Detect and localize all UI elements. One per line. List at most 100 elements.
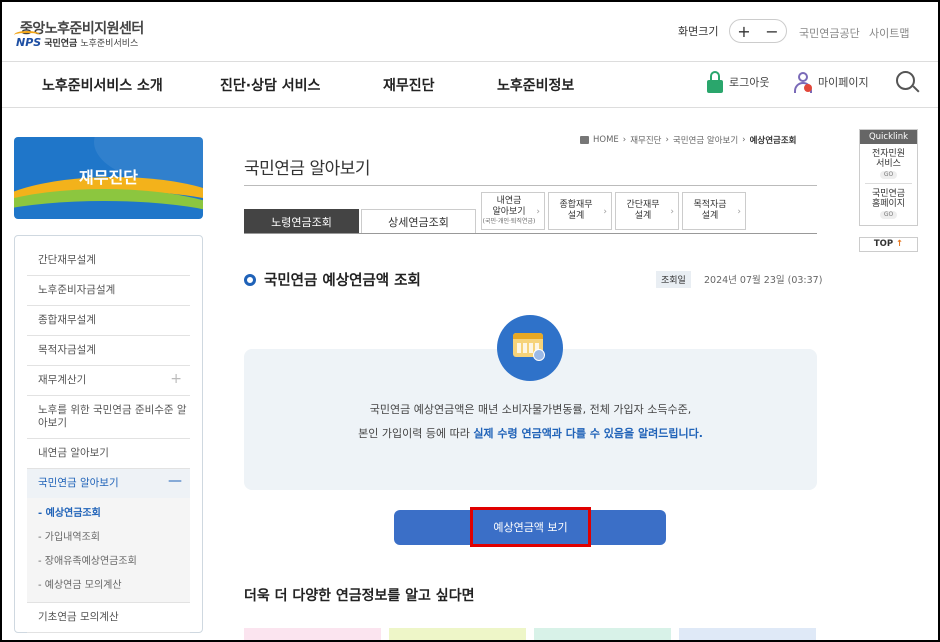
subtab-my-pension[interactable]: 내연금 알아보기 (국민·개인·퇴직연금) ›	[481, 192, 545, 230]
sidebar-item-simple-plan[interactable]: 간단재무설계	[27, 246, 190, 276]
subtab-label: 알아보기	[492, 207, 526, 217]
bullet-ring-icon	[244, 273, 256, 286]
chevron-right-icon: ›	[603, 207, 607, 217]
subtab-comprehensive[interactable]: 종합재무 설계 ›	[548, 192, 612, 230]
sidebar-item-national-pension[interactable]: 국민연금 알아보기 —	[27, 469, 190, 498]
submenu-item-disability-survivor[interactable]: - 장애유족예상연금조회	[27, 550, 190, 574]
info-tile[interactable]	[679, 628, 816, 640]
top-header: 중앙노후준비지원센터 NPS 국민연금 노후준비서비스 화면크기 + − 국민연…	[2, 2, 938, 62]
subtab-label: 목적자금	[693, 200, 727, 210]
sidebar-item-calculator[interactable]: 재무계산기 +	[27, 366, 190, 396]
submenu-item-expected-pension[interactable]: - 예상연금조회	[27, 502, 190, 526]
subtab-label: 설계	[567, 211, 585, 221]
logout-link[interactable]: 로그아웃	[706, 71, 769, 93]
arrow-up-icon: ↑	[896, 239, 904, 249]
tab-old-age-pension[interactable]: 노령연금조회	[244, 209, 359, 234]
chevron-right-icon: ›	[622, 135, 627, 145]
info-tile[interactable]	[389, 628, 526, 640]
chevron-right-icon: ›	[665, 135, 669, 145]
font-plus-button[interactable]: +	[737, 22, 750, 41]
mypage-label: 마이페이지	[818, 76, 869, 89]
quicklink-label: 국민연금	[871, 189, 906, 199]
logo-sub-bold: 국민연금	[44, 39, 78, 49]
sidebar-item-label: 국민연금 알아보기	[38, 477, 119, 489]
title-divider	[244, 185, 817, 186]
sidebar-item-comprehensive-plan[interactable]: 종합재무설계	[27, 306, 190, 336]
info-text-plain: 본인 가입이력 등에 따라	[358, 427, 474, 440]
breadcrumb-item[interactable]: 국민연금 알아보기	[673, 134, 738, 146]
plus-icon[interactable]: +	[170, 372, 182, 386]
page-title: 국민연금 알아보기	[244, 159, 371, 179]
sidebar-item-pension-readiness[interactable]: 노후를 위한 국민연금 준비수준 알아보기	[27, 396, 190, 439]
section-title-text: 국민연금 예상연금액 조회	[264, 273, 421, 289]
go-badge: GO	[879, 211, 898, 219]
chevron-right-icon: ›	[742, 135, 746, 145]
subtab-label: 내연금	[496, 196, 522, 206]
logo-sub-text: 노후준비서비스	[80, 39, 139, 49]
sidebar-item-basic-pension[interactable]: 기초연금 모의계산	[27, 603, 190, 633]
date-badge: 조회일	[656, 271, 691, 288]
subtab-label: 종합재무	[559, 200, 593, 210]
sidebar-item-label: 재무계산기	[38, 374, 87, 386]
gnb-item-intro[interactable]: 노후준비서비스 소개	[42, 75, 163, 95]
submenu-item-simulation[interactable]: - 예상연금 모의계산	[27, 574, 190, 598]
page-frame: 중앙노후준비지원센터 NPS 국민연금 노후준비서비스 화면크기 + − 국민연…	[0, 0, 940, 642]
breadcrumb-home[interactable]: HOME	[593, 135, 619, 145]
calendar-icon	[497, 315, 563, 381]
info-text-line1: 국민연금 예상연금액은 매년 소비자물가변동률, 전체 가입자 소득수준,	[369, 403, 692, 416]
view-pension-button-label[interactable]: 예상연금액 보기	[470, 507, 591, 547]
sitemap-link[interactable]: 사이트맵	[869, 25, 909, 41]
mypage-link[interactable]: 마이페이지	[793, 71, 869, 93]
breadcrumb-item[interactable]: 재무진단	[630, 134, 661, 146]
chevron-right-icon: ›	[536, 207, 540, 217]
sidebar-banner: 재무진단	[14, 137, 203, 219]
search-icon[interactable]	[896, 71, 920, 95]
home-icon	[580, 136, 589, 144]
subtab-label: 설계	[634, 211, 652, 221]
gnb-item-finance[interactable]: 재무진단	[383, 75, 435, 95]
tab-divider	[244, 233, 817, 234]
sidebar-menu: 간단재무설계 노후준비자금설계 종합재무설계 목적자금설계 재무계산기 + 노후…	[14, 235, 203, 633]
nps-logo-icon: NPS	[13, 31, 42, 49]
minus-icon[interactable]: —	[168, 474, 182, 488]
subtab-simple[interactable]: 간단재무 설계 ›	[615, 192, 679, 230]
global-nav: 노후준비서비스 소개 진단·상담 서비스 재무진단 노후준비정보 로그아웃 마이…	[2, 62, 938, 108]
chevron-right-icon: ›	[737, 207, 741, 217]
chevron-right-icon: ›	[670, 207, 674, 217]
nps-link[interactable]: 국민연금공단	[799, 25, 860, 41]
submenu-item-enrollment-history[interactable]: - 가입내역조회	[27, 526, 190, 550]
query-date: 2024년 07월 23일 (03:37)	[704, 275, 823, 286]
sidebar-banner-title: 재무진단	[79, 168, 138, 187]
gnb-item-info[interactable]: 노후준비정보	[497, 75, 574, 95]
info-text-highlight: 실제 수령 연금액과 다를 수 있음을 알려드립니다.	[473, 427, 703, 440]
font-minus-button[interactable]: −	[765, 22, 778, 41]
sidebar-item-my-pension[interactable]: 내연금 알아보기	[27, 439, 190, 469]
font-size-label: 화면크기	[678, 25, 719, 38]
top-label: TOP	[873, 239, 894, 249]
quicklink-e-civil[interactable]: 전자민원 서비스 GO	[860, 144, 917, 179]
breadcrumb-current: 예상연금조회	[749, 136, 797, 146]
quicklink-label: 홈페이지	[871, 199, 906, 209]
logout-label: 로그아웃	[729, 76, 770, 89]
tab-detailed-pension[interactable]: 상세연금조회	[361, 209, 476, 234]
quicklink-nps-home[interactable]: 국민연금 홈페이지 GO	[860, 184, 917, 219]
quicklink-panel: Quicklink 전자민원 서비스 GO 국민연금 홈페이지 GO	[859, 129, 918, 226]
more-info-title: 더욱 더 다양한 연금정보를 알고 싶다면	[244, 588, 475, 604]
logo-sub[interactable]: NPS 국민연금 노후준비서비스	[13, 31, 139, 49]
sidebar-item-retirement-fund[interactable]: 노후준비자금설계	[27, 276, 190, 306]
quicklink-label: 서비스	[876, 159, 901, 169]
sidebar-submenu: - 예상연금조회 - 가입내역조회 - 장애유족예상연금조회 - 예상연금 모의…	[27, 498, 190, 603]
subtab-label: 설계	[701, 211, 719, 221]
info-tile[interactable]	[244, 628, 381, 640]
font-size-control: + −	[729, 19, 787, 43]
subtab-purpose[interactable]: 목적자금 설계 ›	[682, 192, 746, 230]
gnb-item-consult[interactable]: 진단·상담 서비스	[220, 75, 320, 95]
subtab-label: 간단재무	[626, 200, 660, 210]
info-text-line2: 본인 가입이력 등에 따라 실제 수령 연금액과 다를 수 있음을 알려드립니다…	[244, 425, 817, 441]
quicklink-head: Quicklink	[860, 130, 917, 144]
info-tile[interactable]	[534, 628, 671, 640]
lock-icon	[706, 71, 724, 93]
top-button[interactable]: TOP ↑	[859, 237, 918, 252]
sidebar-item-purpose-fund[interactable]: 목적자금설계	[27, 336, 190, 366]
subtab-note: (국민·개인·퇴직연금)	[482, 218, 536, 225]
